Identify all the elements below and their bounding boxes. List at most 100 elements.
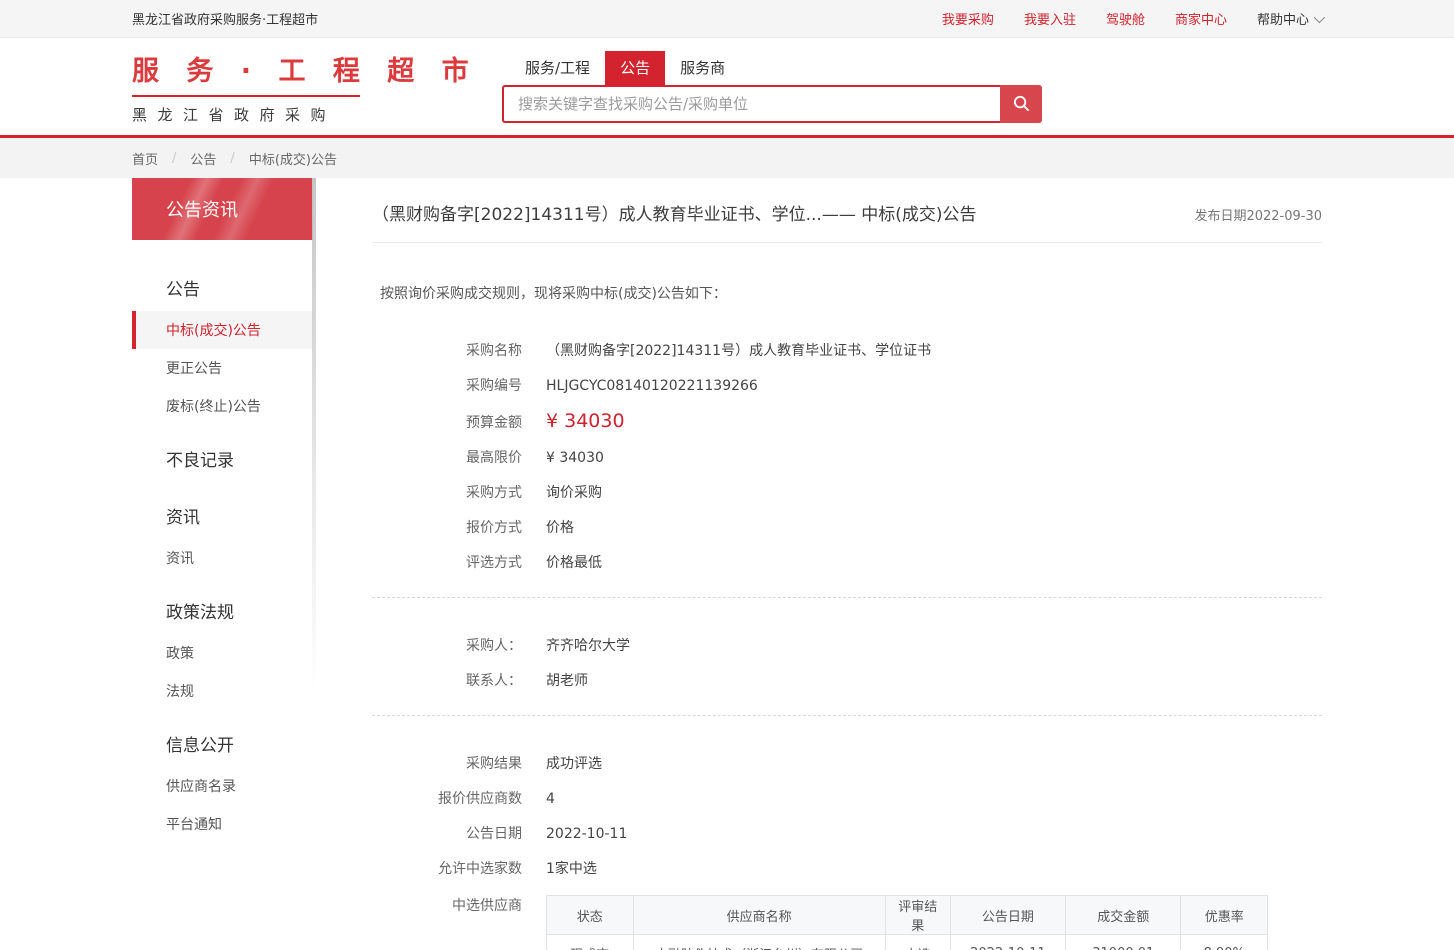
table-cell: 中融防伪技术（浙江台州）有限公司	[633, 935, 885, 950]
field-label: 采购人：	[372, 636, 522, 656]
sidebar-header: 公告资讯	[132, 178, 313, 240]
field-value: ¥ 34030	[546, 448, 604, 468]
sidebar-item-3-0[interactable]: 政策	[132, 634, 313, 672]
field-label: 采购编号	[372, 376, 522, 396]
search-input[interactable]	[502, 85, 1000, 123]
dashed-divider	[372, 597, 1322, 598]
field-label: 预算金额	[372, 413, 522, 433]
search-tabs: 服务/工程公告服务商	[510, 51, 1042, 85]
table-cell: 中选	[885, 935, 950, 950]
field-label: 采购结果	[372, 754, 522, 774]
field-row: 采购结果 成功评选	[372, 754, 1322, 774]
supplier-table-label: 中选供应商	[372, 895, 522, 915]
result-fields: 采购结果 成功评选报价供应商数 4 公告日期 2022-10-11 允许中选家数 1家中选	[372, 754, 1322, 879]
sidebar-item-0-2[interactable]: 废标(终止)公告	[132, 387, 313, 425]
field-value: 胡老师	[546, 671, 588, 691]
sidebar-group-title-4[interactable]: 信息公开	[132, 720, 313, 767]
field-row: 允许中选家数 1家中选	[372, 859, 1322, 879]
page-title: （黑财购备字[2022]14311号）成人教育毕业证书、学位...—— 中标(成…	[372, 200, 977, 225]
field-value: 询价采购	[546, 483, 602, 503]
search-zone: 服务/工程公告服务商	[502, 51, 1042, 123]
tab-2[interactable]: 服务商	[665, 51, 740, 85]
sidebar-item-4-0[interactable]: 供应商名录	[132, 767, 313, 805]
field-label: 报价供应商数	[372, 789, 522, 809]
dashed-divider	[372, 715, 1322, 716]
sidebar-item-4-1[interactable]: 平台通知	[132, 805, 313, 843]
field-value: 4	[546, 789, 555, 809]
sidebar-item-2-0[interactable]: 资讯	[132, 539, 313, 577]
topbar-link-1[interactable]: 我要入驻	[1024, 9, 1076, 28]
help-center-label: 帮助中心	[1257, 9, 1309, 28]
supplier-table: 状态供应商名称评审结果公告日期成交金额优惠率 现成交中融防伪技术（浙江台州）有限…	[546, 895, 1268, 950]
logo-underline	[132, 95, 360, 97]
field-row: 联系人： 胡老师	[372, 671, 1322, 691]
topbar-link-0[interactable]: 我要采购	[942, 9, 994, 28]
tab-0[interactable]: 服务/工程	[510, 51, 605, 85]
top-utility-bar: 黑龙江省政府采购服务·工程超市 我要采购 我要入驻 驾驶舱 商家中心 帮助中心	[0, 0, 1454, 38]
table-header-cell: 成交金额	[1066, 896, 1181, 935]
logo-sub-text: 黑龙江省政府采购	[132, 104, 502, 125]
primary-fields: 采购名称 （黑财购备字[2022]14311号）成人教育毕业证书、学位证书采购编号…	[372, 341, 1322, 573]
site-logo[interactable]: 服 务 · 工 程 超 市 黑龙江省政府采购	[132, 49, 502, 125]
field-row: 最高限价 ¥ 34030	[372, 448, 1322, 468]
breadcrumb-item-0[interactable]: 首页	[132, 149, 158, 168]
sidebar-item-3-1[interactable]: 法规	[132, 672, 313, 710]
topbar-link-2[interactable]: 驾驶舱	[1106, 9, 1145, 28]
table-cell: 2022-10-11	[950, 935, 1065, 950]
field-label: 联系人：	[372, 671, 522, 691]
field-value: 2022-10-11	[546, 824, 627, 844]
breadcrumb: 首页 / 公告 / 中标(成交)公告	[132, 138, 1322, 178]
field-label: 公告日期	[372, 824, 522, 844]
contact-fields: 采购人： 齐齐哈尔大学联系人： 胡老师	[372, 636, 1322, 691]
field-row: 报价方式 价格	[372, 518, 1322, 538]
sidebar-group-title-2[interactable]: 资讯	[132, 492, 313, 539]
field-row: 报价供应商数 4	[372, 789, 1322, 809]
table-row: 现成交中融防伪技术（浙江台州）有限公司中选2022-10-1131000.018…	[547, 935, 1268, 950]
field-value: 成功评选	[546, 754, 602, 774]
sidebar-item-0-1[interactable]: 更正公告	[132, 349, 313, 387]
table-header-cell: 评审结果	[885, 896, 950, 935]
main-content: （黑财购备字[2022]14311号）成人教育毕业证书、学位...—— 中标(成…	[313, 178, 1322, 950]
breadcrumb-separator: /	[230, 151, 234, 166]
help-center-menu[interactable]: 帮助中心	[1257, 9, 1322, 28]
field-row: 采购名称 （黑财购备字[2022]14311号）成人教育毕业证书、学位证书	[372, 341, 1322, 361]
field-label: 评选方式	[372, 553, 522, 573]
topbar-link-3[interactable]: 商家中心	[1175, 9, 1227, 28]
field-label: 采购方式	[372, 483, 522, 503]
table-header-cell: 优惠率	[1181, 896, 1268, 935]
table-header-cell: 供应商名称	[633, 896, 885, 935]
site-title: 黑龙江省政府采购服务·工程超市	[132, 9, 318, 28]
intro-text: 按照询价采购成交规则，现将采购中标(成交)公告如下：	[380, 283, 1322, 303]
sidebar-group-title-0[interactable]: 公告	[132, 264, 313, 311]
sidebar-group-title-1[interactable]: 不良记录	[132, 435, 313, 482]
field-value: （黑财购备字[2022]14311号）成人教育毕业证书、学位证书	[546, 341, 931, 361]
field-value: HLJGCYC08140120221139266	[546, 376, 758, 396]
field-label: 报价方式	[372, 518, 522, 538]
field-value: ¥ 34030	[546, 411, 625, 431]
field-label: 最高限价	[372, 448, 522, 468]
field-row: 预算金额 ¥ 34030	[372, 411, 1322, 433]
breadcrumb-bar: 首页 / 公告 / 中标(成交)公告	[0, 138, 1454, 178]
sidebar-item-0-0[interactable]: 中标(成交)公告	[132, 311, 313, 349]
search-button[interactable]	[1000, 85, 1042, 123]
publish-date: 发布日期2022-09-30	[1194, 205, 1322, 224]
field-value: 齐齐哈尔大学	[546, 636, 630, 656]
sidebar-menu: 公告中标(成交)公告更正公告废标(终止)公告不良记录资讯资讯政策法规政策法规信息…	[132, 240, 313, 863]
breadcrumb-item-2: 中标(成交)公告	[249, 149, 337, 168]
field-label: 采购名称	[372, 341, 522, 361]
breadcrumb-separator: /	[172, 151, 176, 166]
field-value: 价格	[546, 518, 574, 538]
field-label: 允许中选家数	[372, 859, 522, 879]
table-header-cell: 状态	[547, 896, 634, 935]
logo-main-text: 服 务 · 工 程 超 市	[132, 49, 502, 88]
sidebar-group-title-3[interactable]: 政策法规	[132, 587, 313, 634]
topbar-links: 我要采购 我要入驻 驾驶舱 商家中心 帮助中心	[942, 9, 1322, 28]
sidebar: 公告资讯 公告中标(成交)公告更正公告废标(终止)公告不良记录资讯资讯政策法规政…	[132, 178, 313, 863]
breadcrumb-item-1[interactable]: 公告	[190, 149, 216, 168]
table-cell: 8.90%	[1181, 935, 1268, 950]
chevron-down-icon	[1314, 11, 1325, 22]
field-value: 1家中选	[546, 859, 597, 879]
site-header: 服 务 · 工 程 超 市 黑龙江省政府采购 服务/工程公告服务商	[0, 38, 1454, 135]
table-cell: 现成交	[547, 935, 634, 950]
tab-1[interactable]: 公告	[605, 51, 665, 85]
